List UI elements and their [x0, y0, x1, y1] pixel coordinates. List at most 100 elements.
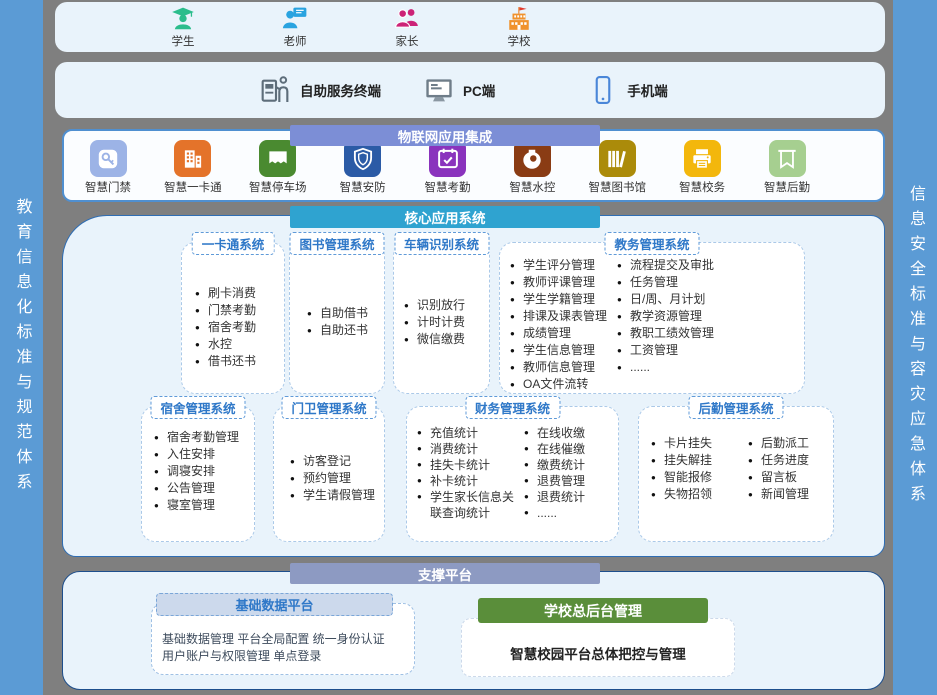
list-item: 补卡统计: [417, 473, 524, 489]
list-item: 流程提交及审批: [617, 257, 714, 274]
student-icon: [170, 6, 196, 32]
core-systems-banner: 核心应用系统: [290, 206, 600, 228]
list-item: 计时计费: [404, 314, 465, 331]
terminal-pc: PC端: [423, 74, 495, 106]
list-item: 访客登记: [290, 453, 375, 470]
base-platform-line1: 基础数据管理 平台全局配置 统一身份认证: [162, 631, 408, 648]
list-item: 留言板: [748, 469, 809, 486]
system-box-gatekeeper: 门卫管理系统 访客登记预约管理学生请假管理: [273, 406, 385, 542]
system-box-academic: 教务管理系统 学生评分管理教师评课管理学生学籍管理排课及课表管理成绩管理学生信息…: [499, 242, 805, 394]
list-item: 刷卡消费: [195, 285, 256, 302]
list-item: 任务进度: [748, 452, 809, 469]
system-box-dormitory: 宿舍管理系统 宿舍考勤管理入住安排调寝安排公告管理寝室管理: [141, 406, 255, 542]
iot-app-water-control: 智慧水控: [500, 140, 564, 195]
school-backend-box: 智慧校园平台总体把控与管理: [461, 618, 735, 677]
finance-feature-list-col2: 在线收缴在线催缴缴费统计退费管理退费统计......: [524, 425, 585, 537]
list-item: 自助借书: [307, 305, 368, 322]
system-box-vehicle: 车辆识别系统 识别放行计时计费微信缴费: [393, 242, 490, 394]
user-role-teacher: 老师: [267, 6, 323, 49]
dormitory-feature-list: 宿舍考勤管理入住安排调寝安排公告管理寝室管理: [154, 429, 239, 537]
list-item: 预约管理: [290, 470, 375, 487]
list-item: 入住安排: [154, 446, 239, 463]
user-role-school: 学校: [491, 6, 547, 49]
access-terminals-panel: 自助服务终端 PC端 手机端: [55, 62, 885, 118]
terminal-label: 自助服务终端: [300, 80, 381, 100]
iot-integration-banner: 物联网应用集成: [290, 125, 600, 146]
system-box-logistics: 后勤管理系统 卡片挂失挂失解挂智能报修失物招领 后勤派工任务进度留言板新闻管理: [638, 406, 834, 542]
list-item: 学生请假管理: [290, 487, 375, 504]
list-item: 退费管理: [524, 473, 585, 489]
iot-app-label: 智慧校务: [679, 179, 725, 195]
school-backend-desc: 智慧校园平台总体把控与管理: [510, 643, 686, 663]
user-role-parent: 家长: [379, 6, 435, 49]
iot-app-parking: 智慧停车场: [246, 140, 310, 195]
list-item: 调寝安排: [154, 463, 239, 480]
terminal-mobile: 手机端: [587, 74, 668, 106]
list-item: 识别放行: [404, 297, 465, 314]
finance-feature-list-col1: 充值统计消费统计挂失卡统计补卡统计学生家长信息关联查询统计: [417, 425, 524, 537]
user-role-label: 学校: [508, 33, 531, 49]
gatekeeper-feature-list: 访客登记预约管理学生请假管理: [290, 453, 375, 504]
iot-app-label: 智慧安防: [340, 179, 386, 195]
terminal-label: 手机端: [627, 80, 668, 100]
iot-app-security: 智慧安防: [331, 140, 395, 195]
list-item: OA文件流转: [510, 376, 617, 393]
building-icon: [174, 140, 211, 177]
list-item: 充值统计: [417, 425, 524, 441]
library-feature-list: 自助借书自助还书: [307, 305, 368, 339]
list-item: 学生学籍管理: [510, 291, 617, 308]
list-item: 后勤派工: [748, 435, 809, 452]
system-box-title: 后勤管理系统: [688, 396, 783, 419]
support-platform-banner: 支撑平台: [290, 563, 600, 584]
list-item: 教师评课管理: [510, 274, 617, 291]
iot-app-label: 智慧门禁: [85, 179, 131, 195]
system-box-title: 图书管理系统: [289, 232, 384, 255]
teacher-icon: [282, 6, 308, 32]
bookmark-icon: [769, 140, 806, 177]
list-item: 消费统计: [417, 441, 524, 457]
list-item: 失物招领: [651, 486, 748, 503]
list-item: 成绩管理: [510, 325, 617, 342]
terminal-label: PC端: [463, 80, 495, 100]
list-item: 学生家长信息关联查询统计: [417, 489, 524, 521]
school-backend-banner: 学校总后台管理: [478, 598, 708, 623]
academic-feature-list-col1: 学生评分管理教师评课管理学生学籍管理排课及课表管理成绩管理学生信息管理教师信息管…: [510, 257, 617, 389]
school-icon: [506, 6, 532, 32]
core-systems-panel: 一卡通系统 刷卡消费门禁考勤宿舍考勤水控借书还书 图书管理系统 自助借书自助还书…: [62, 215, 885, 557]
phone-icon: [587, 74, 619, 106]
vehicle-feature-list: 识别放行计时计费微信缴费: [404, 297, 465, 348]
right-security-sidebar: 信息安全标准与容灾应急体系: [893, 0, 937, 695]
list-item: ......: [524, 505, 585, 521]
system-box-title: 一卡通系统: [192, 232, 275, 255]
base-data-platform-text: 基础数据管理 平台全局配置 统一身份认证 用户账户与权限管理 单点登录: [162, 631, 408, 665]
list-item: 宿舍考勤: [195, 319, 256, 336]
list-item: 寝室管理: [154, 497, 239, 514]
access-key-icon: [90, 140, 127, 177]
list-item: 日/周、月计划: [617, 291, 714, 308]
system-box-title: 宿舍管理系统: [150, 396, 245, 419]
list-item: 智能报修: [651, 469, 748, 486]
list-item: 缴费统计: [524, 457, 585, 473]
iot-app-label: 智慧图书馆: [589, 179, 647, 195]
list-item: 退费统计: [524, 489, 585, 505]
system-box-title: 教务管理系统: [604, 232, 699, 255]
logistics-feature-list-col2: 后勤派工任务进度留言板新闻管理: [748, 435, 809, 537]
terminal-kiosk: 自助服务终端: [260, 74, 381, 106]
iot-app-logistics: 智慧后勤: [755, 140, 819, 195]
user-role-label: 学生: [172, 33, 195, 49]
list-item: 任务管理: [617, 274, 714, 291]
list-item: 教学资源管理: [617, 308, 714, 325]
logistics-feature-list-col1: 卡片挂失挂失解挂智能报修失物招领: [651, 435, 748, 537]
iot-app-label: 智慧考勤: [425, 179, 471, 195]
system-box-title: 门卫管理系统: [281, 396, 376, 419]
user-roles-panel: 学生 老师 家长: [55, 2, 885, 52]
onecard-feature-list: 刷卡消费门禁考勤宿舍考勤水控借书还书: [195, 285, 256, 389]
list-item: 教师信息管理: [510, 359, 617, 376]
list-item: ......: [617, 359, 714, 376]
left-standards-sidebar: 教育信息化标准与规范体系: [0, 0, 43, 695]
iot-app-label: 智慧后勤: [764, 179, 810, 195]
system-box-finance: 财务管理系统 充值统计消费统计挂失卡统计补卡统计学生家长信息关联查询统计 在线收…: [406, 406, 619, 542]
smart-campus-architecture-diagram: 教育信息化标准与规范体系 信息安全标准与容灾应急体系 学生 老师: [0, 0, 937, 695]
left-sidebar-label: 教育信息化标准与规范体系: [14, 198, 30, 498]
kiosk-icon: [260, 74, 292, 106]
